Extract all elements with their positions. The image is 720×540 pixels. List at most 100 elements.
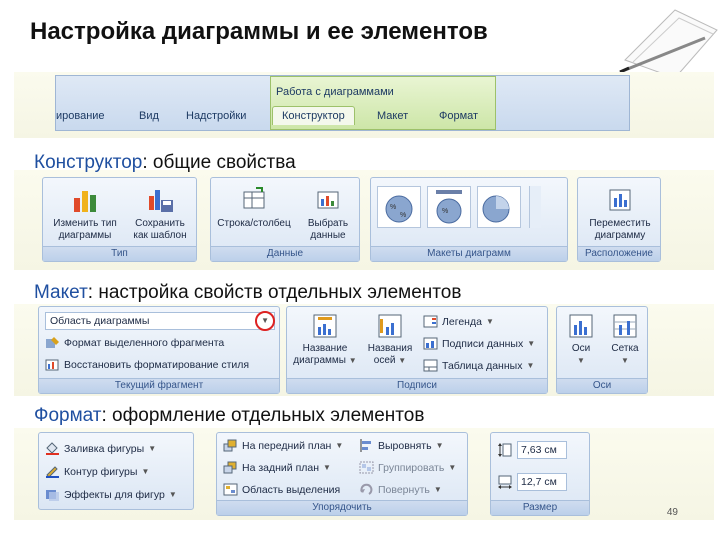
group-labels: Название диаграммы ▼ Названия осей ▼ Лег…	[286, 306, 548, 394]
select-data-icon	[317, 191, 339, 209]
group-label: Подписи	[287, 378, 547, 393]
data-labels-button[interactable]: Подписи данных ▼	[423, 337, 535, 350]
paper-pen-decoration	[619, 9, 718, 79]
align-button[interactable]: Выровнять ▼	[359, 439, 444, 452]
pie-legend-layout-icon	[482, 195, 510, 223]
change-chart-type-button[interactable]: Изменить тип диаграммы	[47, 186, 123, 242]
shape-fill-button[interactable]: Заливка фигуры ▼	[45, 442, 156, 455]
svg-text:%: %	[442, 208, 448, 215]
tab-layout[interactable]: Макет	[377, 110, 408, 122]
save-template-icon	[149, 190, 173, 212]
data-table-icon	[423, 359, 438, 372]
axis-titles-icon	[378, 314, 402, 338]
group-label: Расположение	[578, 246, 660, 261]
bring-forward-icon	[223, 439, 237, 452]
tab-review[interactable]: ирование	[56, 110, 105, 122]
selection-pane-icon	[223, 483, 238, 496]
switch-row-column-button[interactable]: Строка/столбец	[215, 186, 293, 230]
group-axes: Оси ▼ Сетка ▼ Оси	[556, 306, 648, 394]
group-label: Размер	[491, 500, 589, 515]
switch-row-column-icon	[243, 187, 265, 209]
group-label: Текущий фрагмент	[39, 378, 279, 393]
send-backward-button[interactable]: На задний план ▼	[223, 461, 331, 474]
group-label: Упорядочить	[217, 500, 467, 515]
tab-view[interactable]: Вид	[139, 110, 159, 122]
effects-icon	[46, 490, 59, 501]
dropdown-value: Область диаграммы	[50, 315, 150, 327]
bring-forward-button[interactable]: На передний план ▼	[223, 439, 343, 452]
axes-button[interactable]: Оси ▼	[559, 313, 603, 367]
tab-design[interactable]: Конструктор	[272, 106, 355, 125]
group-label: Тип	[43, 246, 196, 261]
axes-icon	[569, 314, 593, 338]
group-arrange: На передний план ▼ На задний план ▼ Обла…	[216, 432, 468, 516]
axis-titles-button[interactable]: Названия осей ▼	[359, 313, 421, 367]
width-input[interactable]: 12,7 см	[517, 473, 567, 491]
reset-style-icon	[45, 359, 59, 371]
highlight-circle	[255, 311, 275, 331]
section-label-design: Конструктор: общие свойства	[34, 152, 296, 174]
section-label-format: Формат: оформление отдельных элементов	[34, 405, 424, 427]
group-label: Данные	[211, 246, 359, 261]
group-label: Макеты диаграмм	[371, 246, 567, 261]
move-chart-button[interactable]: Переместить диаграмму	[580, 186, 660, 242]
group-objects-button[interactable]: Группировать ▼	[359, 461, 456, 474]
move-chart-icon	[609, 189, 631, 211]
section-description: : оформление отдельных элементов	[101, 405, 425, 426]
group-location: Переместить диаграмму Расположение	[577, 177, 661, 262]
gridlines-icon	[613, 314, 637, 338]
group-label: Оси	[557, 378, 647, 393]
chart-title-icon	[313, 314, 337, 338]
tab-addins[interactable]: Надстройки	[186, 110, 246, 122]
shape-effects-button[interactable]: Эффекты для фигур ▼	[45, 488, 177, 501]
width-icon	[498, 475, 512, 489]
group-current-selection: Область диаграммы ▼ Формат выделенного ф…	[38, 306, 280, 394]
group-icon	[359, 461, 374, 474]
height-icon	[498, 443, 512, 457]
group-type: Изменить тип диаграммы Сохранить как шаб…	[42, 177, 197, 262]
save-as-template-button[interactable]: Сохранить как шаблон	[125, 186, 195, 242]
data-table-button[interactable]: Таблица данных ▼	[423, 359, 534, 372]
selection-pane-button[interactable]: Область выделения	[223, 483, 340, 496]
pencil-icon	[46, 466, 59, 478]
group-data: Строка/столбец Выбрать данные Данные	[210, 177, 360, 262]
svg-text:%: %	[390, 204, 396, 211]
chart-type-icon	[74, 191, 96, 212]
align-icon	[360, 439, 371, 452]
reset-style-button[interactable]: Восстановить форматирование стиля	[45, 358, 249, 371]
pie-layout-icon: %%	[385, 195, 413, 223]
send-backward-icon	[223, 461, 237, 474]
chart-tools-title: Работа с диаграммами	[276, 86, 394, 98]
pie-labels-layout-icon: %	[436, 190, 462, 224]
section-label-layout: Макет: настройка свойств отдельных элеме…	[34, 282, 461, 304]
paint-bucket-icon	[46, 442, 59, 455]
group-chart-layouts: %% % Макеты диаграмм	[370, 177, 568, 262]
select-data-button[interactable]: Выбрать данные	[297, 186, 359, 242]
gridlines-button[interactable]: Сетка ▼	[603, 313, 647, 367]
svg-text:%: %	[400, 212, 406, 219]
keyword-design: Конструктор	[34, 152, 143, 173]
shape-outline-button[interactable]: Контур фигуры ▼	[45, 465, 149, 478]
format-selection-icon	[46, 337, 59, 348]
layouts-gallery-scroll[interactable]	[529, 186, 541, 228]
group-size: 7,63 см 12,7 см Размер	[490, 432, 590, 516]
section-description: : настройка свойств отдельных элементов	[87, 282, 462, 303]
chart-layout-option[interactable]: %%	[377, 186, 421, 228]
rotate-button[interactable]: Повернуть ▼	[359, 483, 442, 496]
legend-icon	[423, 315, 438, 328]
data-labels-icon	[423, 337, 438, 350]
height-input[interactable]: 7,63 см	[517, 441, 567, 459]
group-shape-styles: Заливка фигуры ▼ Контур фигуры ▼ Эффекты…	[38, 432, 194, 510]
keyword-format: Формат	[34, 405, 102, 426]
legend-button[interactable]: Легенда ▼	[423, 315, 494, 328]
slide-title: Настройка диаграммы и ее элементов	[30, 18, 488, 45]
section-description: : общие свойства	[142, 152, 296, 173]
tab-format[interactable]: Формат	[439, 110, 478, 122]
keyword-layout: Макет	[34, 282, 88, 303]
chart-layout-option[interactable]	[477, 186, 521, 228]
chart-elements-dropdown[interactable]: Область диаграммы ▼	[45, 312, 275, 330]
format-selection-button[interactable]: Формат выделенного фрагмента	[45, 336, 224, 349]
chart-layout-option[interactable]: %	[427, 186, 471, 228]
chart-title-button[interactable]: Название диаграммы ▼	[289, 313, 361, 367]
page-number: 49	[666, 507, 678, 518]
